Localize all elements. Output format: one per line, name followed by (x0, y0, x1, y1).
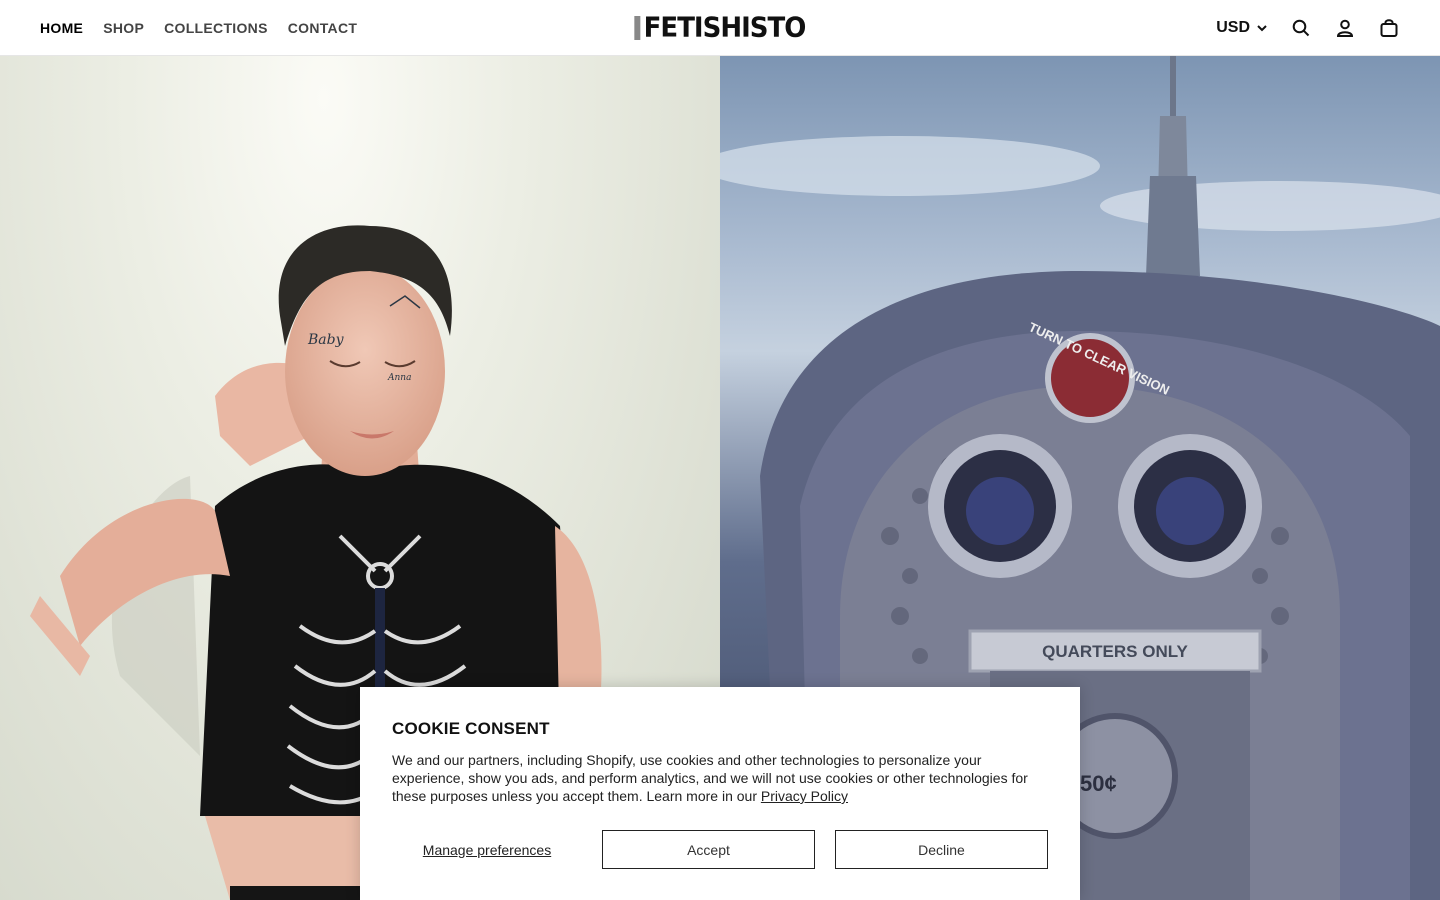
main-nav: HOME SHOP COLLECTIONS CONTACT (40, 20, 357, 36)
nav-shop[interactable]: SHOP (103, 20, 144, 36)
site-header: HOME SHOP COLLECTIONS CONTACT FETISHISTO… (0, 0, 1440, 56)
search-icon[interactable] (1290, 17, 1312, 39)
cart-icon[interactable] (1378, 17, 1400, 39)
manage-preferences-button[interactable]: Manage preferences (392, 842, 582, 858)
decline-button[interactable]: Decline (835, 830, 1048, 869)
nav-collections[interactable]: COLLECTIONS (164, 20, 268, 36)
coin-price-text: 50¢ (1080, 771, 1117, 796)
header-tools: USD (1216, 17, 1400, 39)
account-icon[interactable] (1334, 17, 1356, 39)
nav-contact[interactable]: CONTACT (288, 20, 358, 36)
cookie-text: We and our partners, including Shopify, … (392, 752, 1028, 804)
cookie-actions: Manage preferences Accept Decline (392, 830, 1048, 869)
accept-button[interactable]: Accept (602, 830, 815, 869)
currency-label: USD (1216, 18, 1250, 36)
svg-text:Baby: Baby (307, 332, 345, 348)
chevron-down-icon (1257, 24, 1267, 31)
nav-home[interactable]: HOME (40, 20, 83, 36)
cookie-consent-banner: COOKIE CONSENT We and our partners, incl… (360, 687, 1080, 900)
svg-text:Anna: Anna (387, 373, 411, 383)
logo-mark (634, 16, 641, 40)
site-logo[interactable]: FETISHISTO (634, 12, 807, 44)
quarters-only-text: QUARTERS ONLY (1042, 642, 1188, 661)
cookie-description: We and our partners, including Shopify, … (392, 751, 1048, 805)
logo-text: FETISHISTO (643, 12, 807, 44)
privacy-policy-link[interactable]: Privacy Policy (761, 788, 848, 804)
currency-selector[interactable]: USD (1216, 19, 1268, 37)
cookie-title: COOKIE CONSENT (392, 719, 550, 738)
